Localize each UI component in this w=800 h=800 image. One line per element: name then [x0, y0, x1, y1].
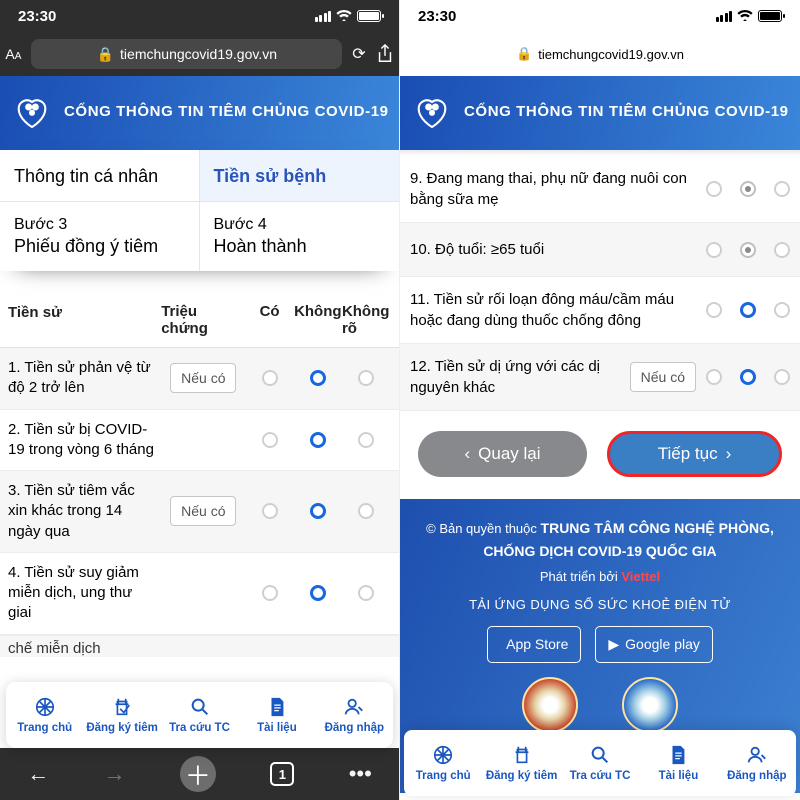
- nav-home[interactable]: Trang chủ: [404, 730, 482, 796]
- reload-icon[interactable]: ⟳: [352, 44, 365, 64]
- radio-no[interactable]: [310, 503, 326, 519]
- nav-lookup[interactable]: Tra cứu TC: [161, 682, 238, 748]
- radio-opt[interactable]: [774, 369, 790, 385]
- wizard-step-4[interactable]: Bước 4 Hoàn thành: [200, 202, 400, 271]
- symptom-input[interactable]: Nếu có: [630, 362, 696, 392]
- symptom-input[interactable]: Nếu có: [170, 363, 236, 393]
- radio-opt[interactable]: [740, 181, 756, 197]
- wizard-step-1[interactable]: Thông tin cá nhân: [0, 150, 200, 202]
- browser-url-bar: AA 🔒 tiemchungcovid19.gov.vn ⟳: [0, 32, 399, 76]
- question-list: 9. Đang mang thai, phụ nữ đang nuôi con …: [400, 156, 800, 411]
- browser-url-bar: 🔒 tiemchungcovid19.gov.vn: [400, 32, 800, 76]
- nav-register[interactable]: Đăng ký tiêm: [83, 682, 160, 748]
- symptom-input[interactable]: Nếu có: [170, 496, 236, 526]
- googleplay-button[interactable]: ▶ Google play: [595, 626, 713, 662]
- seal-icon: [622, 677, 678, 733]
- status-bar: 23:30: [400, 0, 800, 32]
- nav-docs[interactable]: Tài liệu: [639, 730, 717, 796]
- wizard-step-2[interactable]: Tiền sử bệnh: [200, 150, 400, 202]
- radio-yes[interactable]: [262, 370, 278, 386]
- next-button[interactable]: Tiếp tục ›: [607, 431, 782, 477]
- nav-home[interactable]: Trang chủ: [6, 682, 83, 748]
- radio-yes[interactable]: [262, 432, 278, 448]
- question-row: 9. Đang mang thai, phụ nữ đang nuôi con …: [400, 156, 800, 223]
- nav-register[interactable]: Đăng ký tiêm: [482, 730, 560, 796]
- question-row: 12. Tiền sử dị ứng với các dị nguyên khá…: [400, 344, 800, 411]
- site-logo: [410, 90, 454, 134]
- forward-icon: →: [104, 761, 126, 787]
- radio-unknown[interactable]: [358, 432, 374, 448]
- radio-opt[interactable]: [774, 242, 790, 258]
- table-row: 1. Tiền sử phản vệ từ độ 2 trở lên Nếu c…: [0, 348, 399, 410]
- action-buttons: ‹ Quay lại Tiếp tục ›: [400, 411, 800, 499]
- seal-icon: [522, 677, 578, 733]
- radio-no[interactable]: [310, 432, 326, 448]
- chevron-left-icon: ‹: [464, 444, 470, 464]
- radio-opt[interactable]: [706, 369, 722, 385]
- table-row: 2. Tiền sử bị COVID-19 trong vòng 6 thán…: [0, 410, 399, 472]
- history-table: Tiền sử Triệu chứng Có Không Không rõ 1.…: [0, 293, 399, 635]
- battery-icon: [357, 10, 381, 22]
- signal-icon: [315, 11, 332, 22]
- nav-login[interactable]: Đăng nhập: [718, 730, 796, 796]
- radio-opt[interactable]: [740, 369, 756, 385]
- status-time: 23:30: [18, 8, 56, 25]
- signal-icon: [716, 11, 733, 22]
- nav-lookup[interactable]: Tra cứu TC: [561, 730, 639, 796]
- nav-login[interactable]: Đăng nhập: [316, 682, 393, 748]
- radio-opt[interactable]: [740, 302, 756, 318]
- url-pill[interactable]: 🔒 tiemchungcovid19.gov.vn: [516, 39, 684, 69]
- wizard-step-3[interactable]: Bước 3 Phiếu đồng ý tiêm: [0, 202, 200, 271]
- tabs-button[interactable]: 1: [270, 762, 294, 786]
- url-text: tiemchungcovid19.gov.vn: [538, 47, 684, 62]
- radio-opt[interactable]: [740, 242, 756, 258]
- back-button[interactable]: ‹ Quay lại: [418, 431, 587, 477]
- table-row: 4. Tiền sử suy giảm miễn dịch, ung thư g…: [0, 553, 399, 635]
- radio-opt[interactable]: [706, 242, 722, 258]
- radio-no[interactable]: [310, 585, 326, 601]
- question-row: 11. Tiền sử rối loạn đông máu/cầm máu ho…: [400, 277, 800, 344]
- play-icon: ▶: [608, 633, 619, 655]
- lock-icon: 🔒: [97, 46, 114, 63]
- site-logo: [10, 90, 54, 134]
- site-title: CỔNG THÔNG TIN TIÊM CHỦNG COVID-19: [64, 101, 389, 124]
- url-pill[interactable]: 🔒 tiemchungcovid19.gov.vn: [31, 39, 342, 69]
- radio-yes[interactable]: [262, 503, 278, 519]
- app-bottom-nav: Trang chủ Đăng ký tiêm Tra cứu TC Tài li…: [404, 730, 796, 796]
- table-header: Tiền sử Triệu chứng Có Không Không rõ: [0, 293, 399, 348]
- url-text: tiemchungcovid19.gov.vn: [120, 46, 277, 62]
- question-row: 10. Độ tuổi: ≥65 tuổi: [400, 223, 800, 277]
- nav-docs[interactable]: Tài liệu: [238, 682, 315, 748]
- wifi-icon: [737, 8, 753, 25]
- radio-opt[interactable]: [706, 181, 722, 197]
- cutoff-text: chế miễn dịch: [0, 635, 399, 657]
- radio-unknown[interactable]: [358, 370, 374, 386]
- site-title: CỔNG THÔNG TIN TIÊM CHỦNG COVID-19: [464, 101, 789, 124]
- radio-opt[interactable]: [706, 302, 722, 318]
- radio-unknown[interactable]: [358, 503, 374, 519]
- lock-icon: 🔒: [516, 46, 532, 62]
- appstore-button[interactable]: App Store: [487, 626, 581, 662]
- radio-no[interactable]: [310, 370, 326, 386]
- status-time: 23:30: [418, 8, 456, 25]
- site-header: CỔNG THÔNG TIN TIÊM CHỦNG COVID-19: [400, 76, 800, 150]
- new-tab-button[interactable]: ＋: [180, 756, 216, 792]
- wifi-icon: [336, 8, 352, 25]
- status-bar: 23:30: [0, 0, 399, 32]
- share-icon[interactable]: [376, 44, 394, 64]
- app-bottom-nav: Trang chủ Đăng ký tiêm Tra cứu TC Tài li…: [6, 682, 393, 748]
- site-header: CỔNG THÔNG TIN TIÊM CHỦNG COVID-19: [0, 76, 399, 150]
- table-row: 3. Tiền sử tiêm vắc xin khác trong 14 ng…: [0, 471, 399, 553]
- safari-toolbar: ← → ＋ 1 •••: [0, 748, 399, 800]
- wizard-tabs: Thông tin cá nhân Tiền sử bệnh Bước 3 Ph…: [0, 150, 399, 271]
- chevron-right-icon: ›: [726, 444, 732, 464]
- radio-unknown[interactable]: [358, 585, 374, 601]
- back-icon[interactable]: ←: [27, 761, 49, 787]
- radio-opt[interactable]: [774, 181, 790, 197]
- radio-opt[interactable]: [774, 302, 790, 318]
- menu-icon[interactable]: •••: [349, 761, 372, 787]
- battery-icon: [758, 10, 782, 22]
- radio-yes[interactable]: [262, 585, 278, 601]
